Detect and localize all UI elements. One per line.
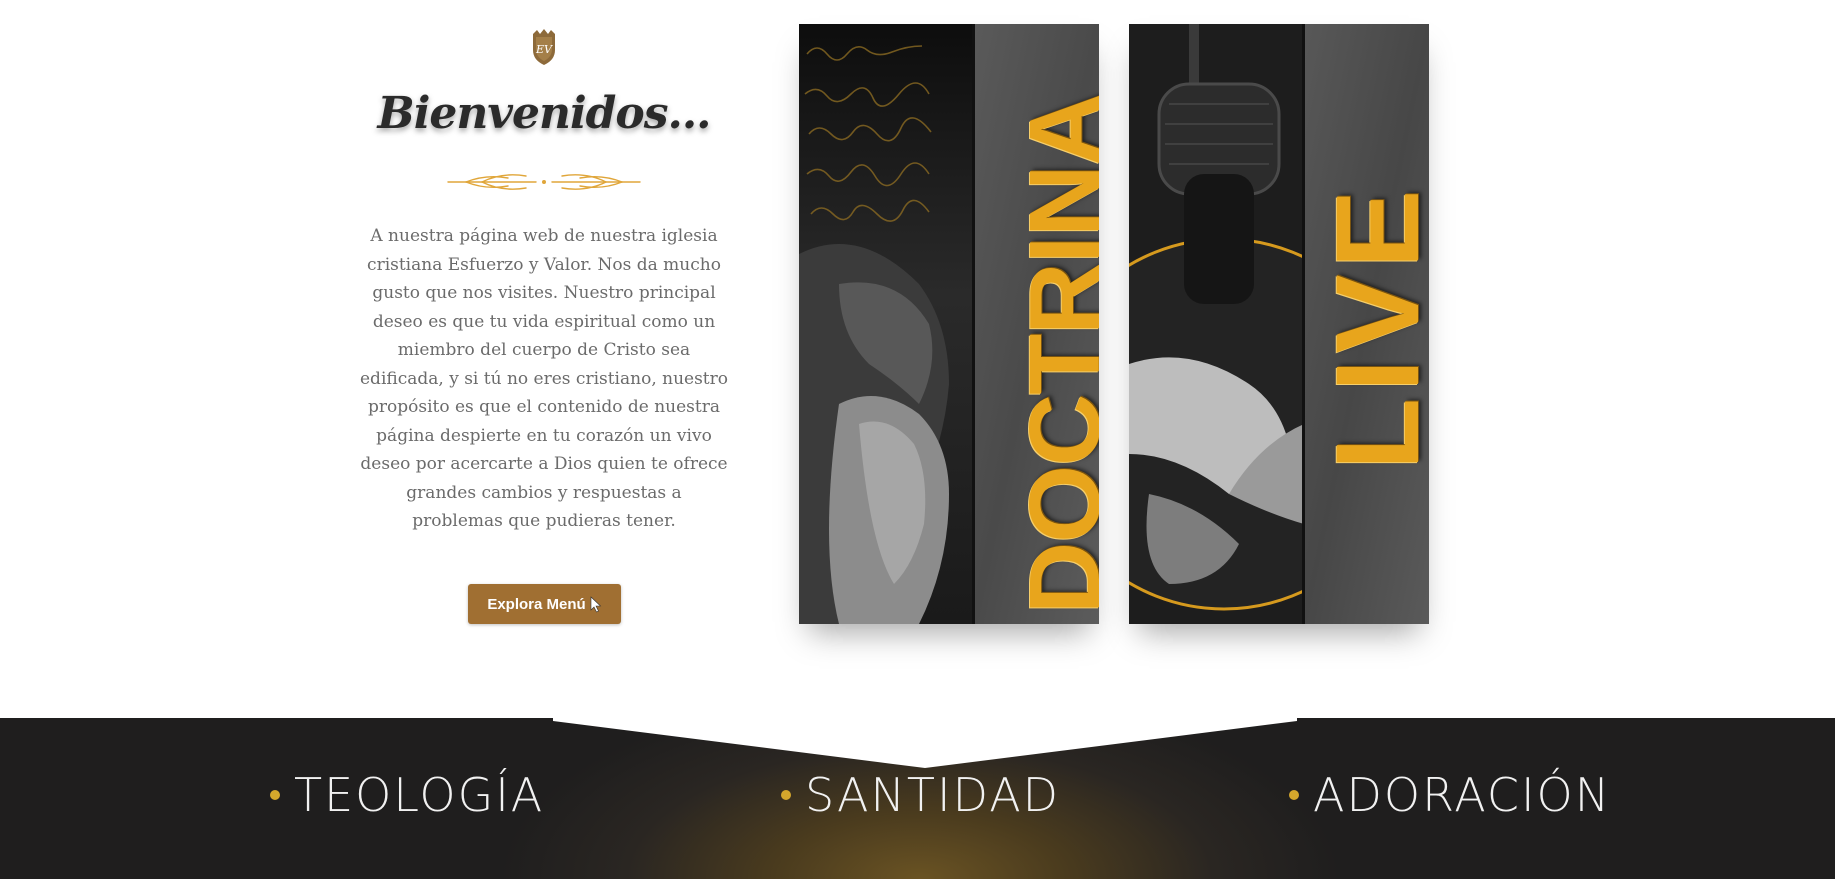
explore-menu-button[interactable]: Explora Menú <box>468 584 621 624</box>
cursor-icon <box>590 595 601 612</box>
svg-text:EV: EV <box>535 43 553 56</box>
doctrina-card-title: DOCTRINA <box>1009 94 1099 614</box>
value-item-teologia: TEOLOGÍA <box>270 772 544 818</box>
values-band: TEOLOGÍA SANTIDAD ADORACIÓN <box>0 718 1835 879</box>
gold-bullet-icon <box>1289 790 1299 800</box>
welcome-text: A nuestra página web de nuestra iglesia … <box>360 226 728 531</box>
gold-bullet-icon <box>781 790 791 800</box>
value-item-santidad: SANTIDAD <box>781 772 1060 818</box>
welcome-title: Bienvenidos... <box>377 88 712 139</box>
gold-bullet-icon <box>270 790 280 800</box>
value-label: ADORACIÓN <box>1313 768 1612 822</box>
value-label: TEOLOGÍA <box>294 768 545 822</box>
value-item-adoracion: ADORACIÓN <box>1289 772 1611 818</box>
ev-crest-icon: EV <box>533 29 555 65</box>
doctrina-card[interactable]: DOCTRINA <box>799 24 1099 624</box>
value-label: SANTIDAD <box>805 768 1061 822</box>
wheat-ornament-icon <box>447 174 641 190</box>
live-card-title: LIVE <box>1312 183 1429 470</box>
explore-menu-label: Explora Menú <box>487 595 586 613</box>
live-card[interactable]: LIVE <box>1129 24 1429 624</box>
